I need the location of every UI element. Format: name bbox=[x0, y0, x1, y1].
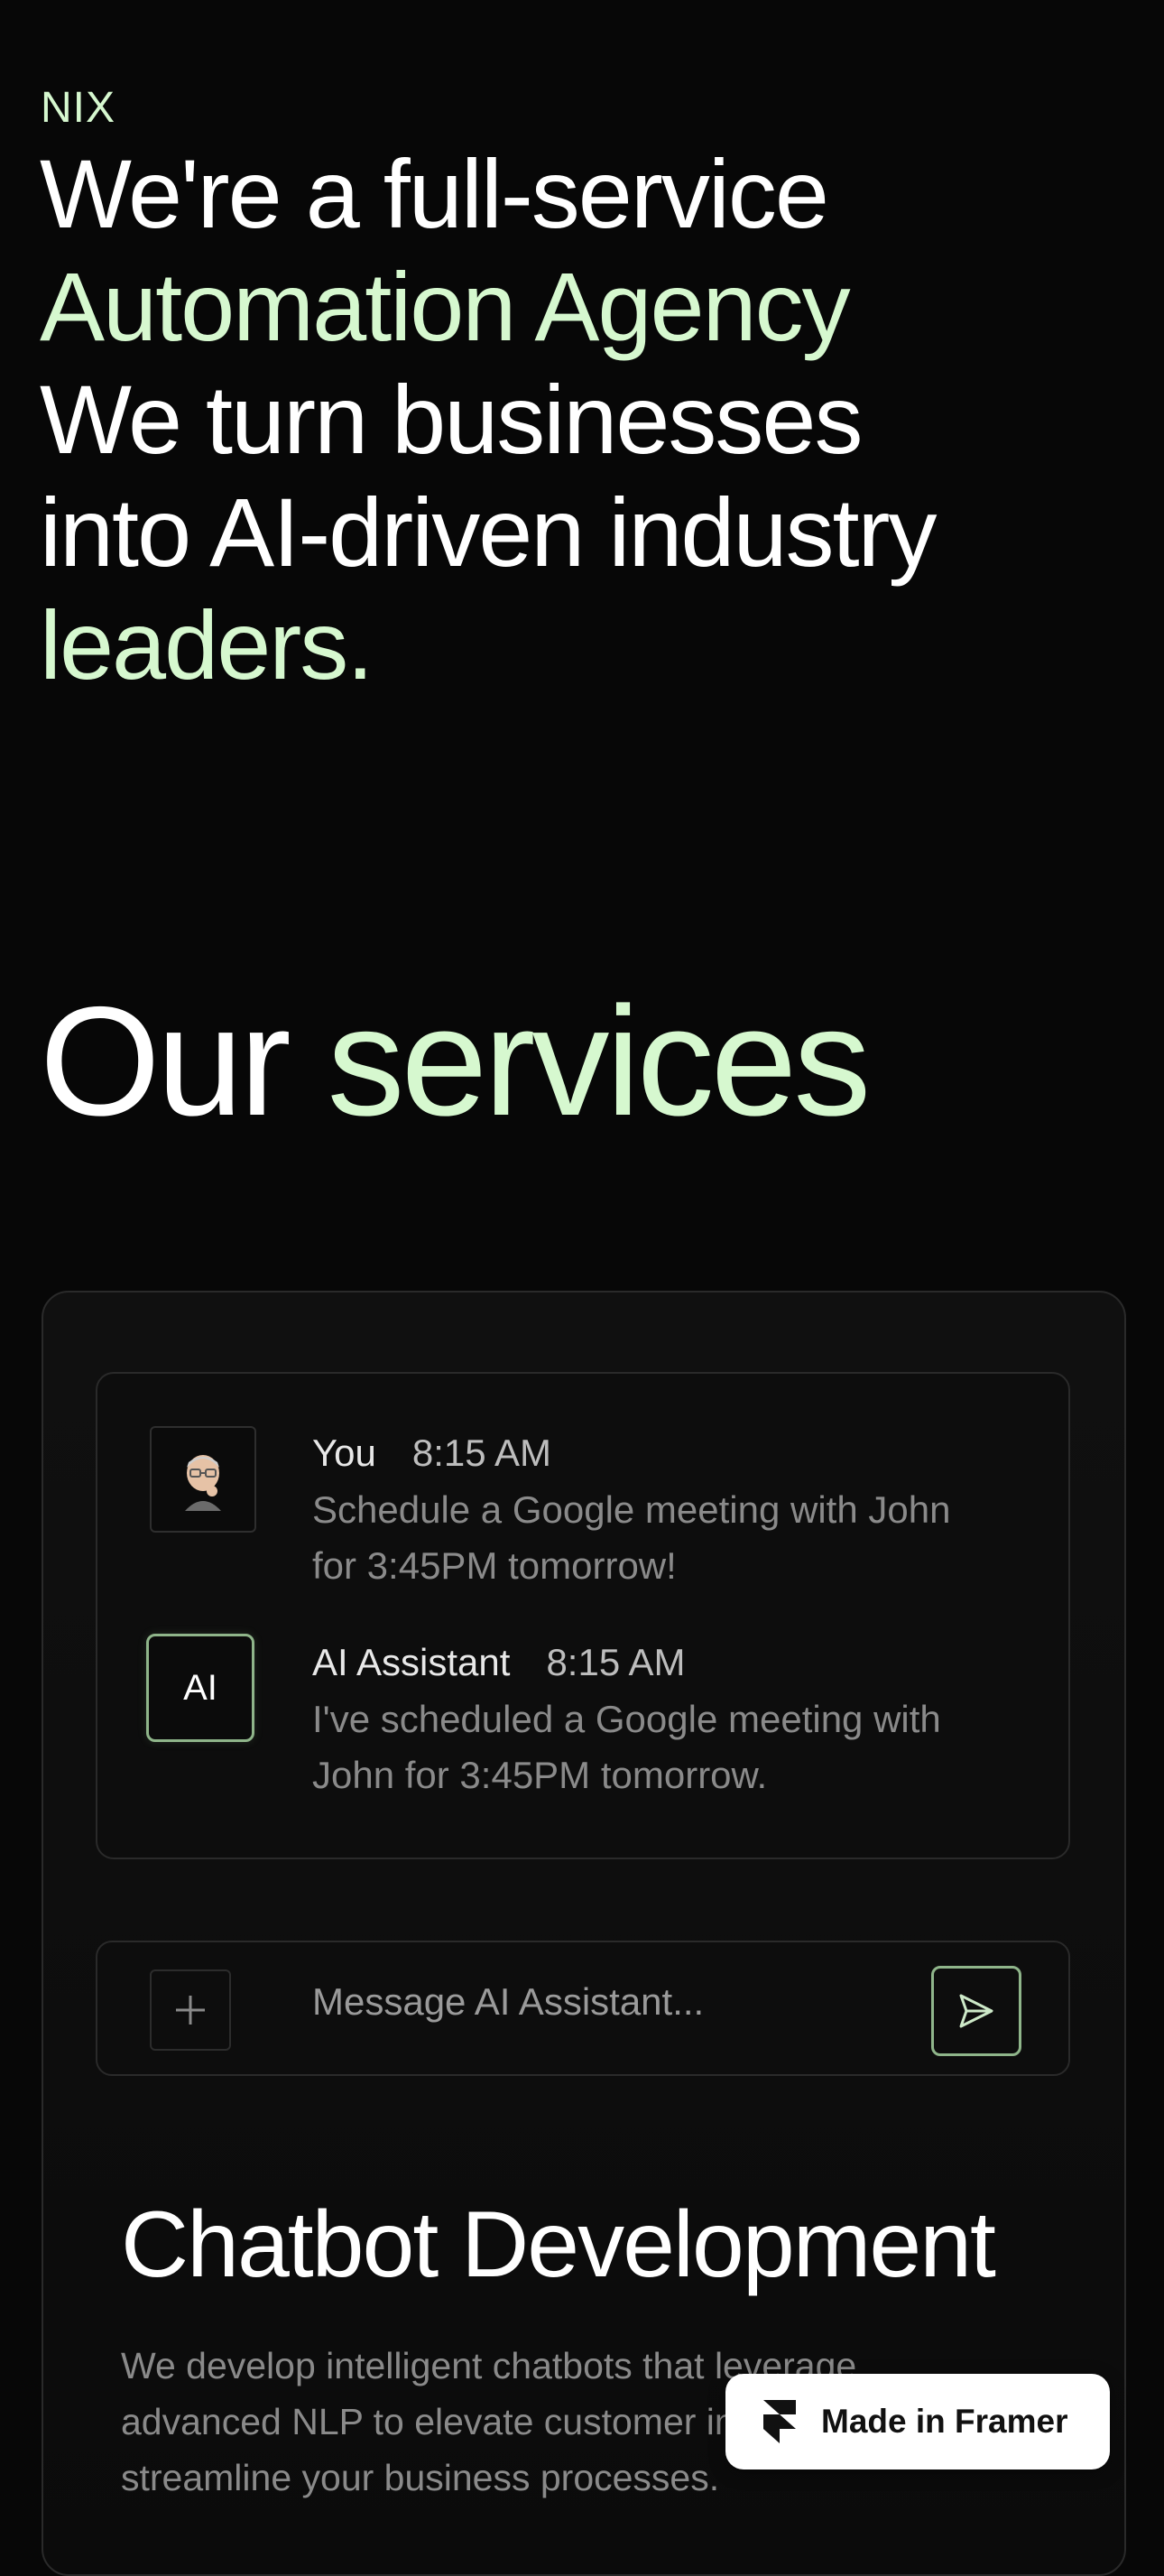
send-button[interactable] bbox=[931, 1966, 1021, 2056]
message-input-bar[interactable]: Message AI Assistant... bbox=[96, 1941, 1070, 2076]
hero-heading: We're a full-service Automation Agency W… bbox=[40, 137, 1122, 701]
memoji-avatar-icon bbox=[150, 1426, 256, 1533]
hero-line-2: Automation Agency bbox=[40, 252, 851, 361]
hero-line-5: leaders. bbox=[40, 590, 374, 700]
hero-line-3: We turn businesses bbox=[40, 365, 863, 474]
ai-avatar: AI bbox=[146, 1634, 254, 1742]
chat-window: You 8:15 AM Schedule a Google meeting wit… bbox=[96, 1372, 1070, 1859]
ai-avatar-label: AI bbox=[183, 1667, 217, 1708]
chat-sender: You bbox=[312, 1432, 376, 1474]
services-title: Our services bbox=[40, 984, 871, 1139]
chat-time: 8:15 AM bbox=[546, 1641, 686, 1683]
framer-logo-icon bbox=[763, 2400, 796, 2443]
made-in-framer-label: Made in Framer bbox=[821, 2403, 1068, 2440]
chat-time: 8:15 AM bbox=[411, 1432, 551, 1474]
chat-message-text: Schedule a Google meeting with John for … bbox=[312, 1488, 951, 1587]
made-in-framer-badge[interactable]: Made in Framer bbox=[725, 2374, 1110, 2469]
services-title-word-2: services bbox=[327, 975, 872, 1148]
hero-line-4: into AI-driven industry bbox=[40, 477, 938, 587]
services-title-word-1: Our bbox=[40, 975, 291, 1148]
hero-line-1: We're a full-service bbox=[40, 139, 829, 248]
chat-message-meta: You 8:15 AM bbox=[312, 1432, 551, 1475]
message-input[interactable]: Message AI Assistant... bbox=[312, 1980, 704, 2024]
attach-plus-button[interactable] bbox=[150, 1969, 231, 2051]
brand-label: NIX bbox=[41, 84, 116, 132]
service-title: Chatbot Development bbox=[121, 2192, 996, 2297]
send-icon bbox=[959, 1994, 993, 2028]
chat-message-text: I've scheduled a Google meeting with Joh… bbox=[312, 1698, 941, 1796]
chat-message-meta: AI Assistant 8:15 AM bbox=[312, 1641, 686, 1684]
chat-sender: AI Assistant bbox=[312, 1641, 511, 1683]
plus-icon bbox=[176, 1996, 205, 2025]
